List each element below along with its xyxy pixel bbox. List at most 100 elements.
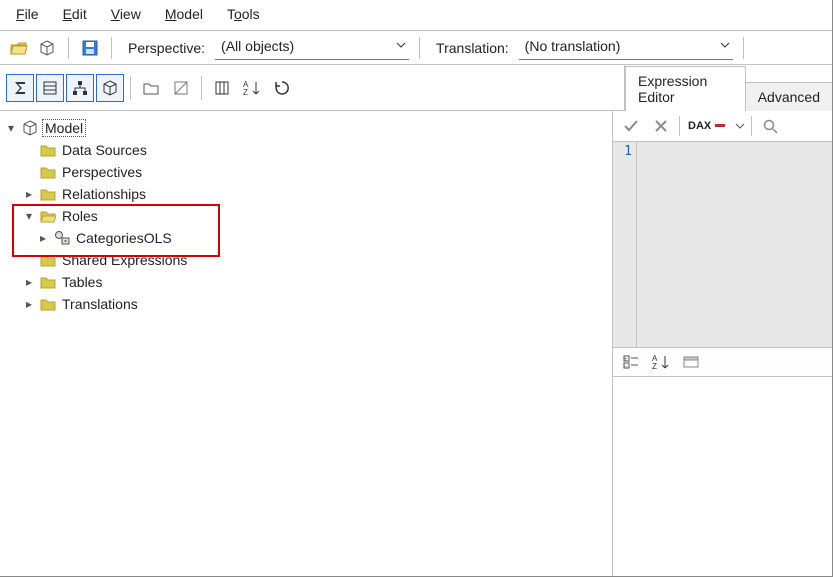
columns-button[interactable] [208, 74, 236, 102]
sigma-icon [11, 79, 29, 97]
secondary-row: AZ Expression Editor Advanced [0, 65, 832, 111]
cancel-button[interactable] [649, 115, 673, 137]
folder-icon [142, 80, 160, 96]
tree-row[interactable]: Perspectives [4, 161, 608, 183]
tree-row[interactable]: Shared Expressions [4, 249, 608, 271]
code-textarea[interactable] [637, 142, 832, 347]
editor-toolbar: DAX [613, 111, 832, 142]
toolbar-separator [751, 116, 752, 136]
folder-view-button[interactable] [137, 74, 165, 102]
tree-toolbar: AZ [0, 65, 625, 111]
menu-view[interactable]: View [111, 6, 141, 22]
sigma-button[interactable] [6, 74, 34, 102]
chevron-down-icon [735, 121, 745, 131]
list-rows-button[interactable] [36, 74, 64, 102]
save-button[interactable] [79, 37, 101, 59]
hidden-toggle-button[interactable] [167, 74, 195, 102]
search-button[interactable] [758, 115, 782, 137]
tree-row[interactable]: ▾ Roles [4, 205, 608, 227]
collapse-icon[interactable]: ▾ [22, 209, 36, 223]
cube-icon [38, 39, 56, 57]
accept-button[interactable] [619, 115, 643, 137]
expand-icon[interactable]: ▸ [22, 275, 36, 289]
node-categories-ols[interactable]: CategoriesOLS [74, 230, 174, 246]
node-translations[interactable]: Translations [60, 296, 140, 312]
expand-icon[interactable]: ▸ [22, 187, 36, 201]
tab-advanced[interactable]: Advanced [745, 82, 833, 111]
close-icon [653, 118, 669, 134]
dax-flag-icon [713, 119, 727, 133]
chevron-down-icon [395, 39, 407, 51]
chevron-down-icon [719, 39, 731, 51]
node-tables[interactable]: Tables [60, 274, 104, 290]
expand-icon[interactable]: ▸ [22, 297, 36, 311]
folder-icon [40, 296, 56, 312]
right-tabs: Expression Editor Advanced [625, 65, 832, 111]
property-page-icon [682, 354, 700, 370]
rows-icon [41, 79, 59, 97]
property-toolbar: +− AZ [613, 347, 832, 376]
tree-row[interactable]: ▸ Tables [4, 271, 608, 293]
dax-mode-button[interactable]: DAX [686, 115, 729, 137]
menu-edit[interactable]: Edit [63, 6, 87, 22]
node-perspectives[interactable]: Perspectives [60, 164, 144, 180]
expand-icon[interactable]: ▸ [36, 231, 50, 245]
svg-text:−: − [624, 364, 628, 370]
refresh-button[interactable] [268, 74, 296, 102]
role-icon [54, 230, 70, 246]
cube-button[interactable] [36, 37, 58, 59]
folder-icon [40, 252, 56, 268]
app-window: File Edit View Model Tools Perspective: … [0, 0, 833, 577]
tree-row[interactable]: Data Sources [4, 139, 608, 161]
hierarchy-button[interactable] [66, 74, 94, 102]
main-toolbar: Perspective: (All objects) Translation: … [0, 31, 832, 65]
cube-view-button[interactable] [96, 74, 124, 102]
svg-text:Z: Z [652, 362, 657, 371]
folder-icon [40, 142, 56, 158]
toolbar-separator [419, 37, 420, 59]
translation-value: (No translation) [525, 38, 621, 54]
save-icon [81, 39, 99, 57]
menu-model[interactable]: Model [165, 6, 203, 22]
categorized-icon: +− [622, 353, 640, 371]
folder-icon [40, 186, 56, 202]
property-pages-button[interactable] [679, 351, 703, 373]
tree-row[interactable]: ▸ CategoriesOLS [4, 227, 608, 249]
toolbar-separator [679, 116, 680, 136]
translation-combo[interactable]: (No translation) [519, 35, 733, 60]
right-pane: DAX 1 +− AZ [613, 111, 832, 577]
sort-az-icon: AZ [651, 353, 671, 371]
categorized-button[interactable]: +− [619, 351, 643, 373]
search-icon [762, 118, 778, 134]
collapse-icon[interactable]: ▾ [4, 121, 18, 135]
tab-expression-editor[interactable]: Expression Editor [625, 66, 746, 111]
property-grid[interactable] [613, 376, 832, 577]
tree-row[interactable]: ▾ Model [4, 117, 608, 139]
hidden-icon [172, 79, 190, 97]
editor-area: 1 [613, 142, 832, 347]
cube-icon [101, 79, 119, 97]
folder-icon [40, 274, 56, 290]
menu-file[interactable]: File [16, 6, 39, 22]
node-relationships[interactable]: Relationships [60, 186, 148, 202]
model-tree[interactable]: ▾ Model Data Sources Perspectives ▸ [0, 111, 612, 321]
node-data-sources[interactable]: Data Sources [60, 142, 149, 158]
hierarchy-icon [71, 79, 89, 97]
perspective-value: (All objects) [221, 38, 294, 54]
columns-icon [213, 79, 231, 97]
node-shared-expressions[interactable]: Shared Expressions [60, 252, 189, 268]
node-model[interactable]: Model [42, 119, 86, 137]
alpha-sort-button[interactable]: AZ [649, 351, 673, 373]
perspective-combo[interactable]: (All objects) [215, 35, 409, 60]
tree-row[interactable]: ▸ Relationships [4, 183, 608, 205]
tree-row[interactable]: ▸ Translations [4, 293, 608, 315]
toolbar-separator [130, 76, 131, 100]
node-roles[interactable]: Roles [60, 208, 100, 224]
open-folder-button[interactable] [8, 37, 30, 59]
cube-icon [22, 120, 38, 136]
perspective-label: Perspective: [128, 40, 205, 56]
folder-open-icon [40, 208, 56, 224]
sort-az-button[interactable]: AZ [238, 74, 266, 102]
svg-text:Z: Z [243, 88, 248, 97]
menu-tools[interactable]: Tools [227, 6, 260, 22]
